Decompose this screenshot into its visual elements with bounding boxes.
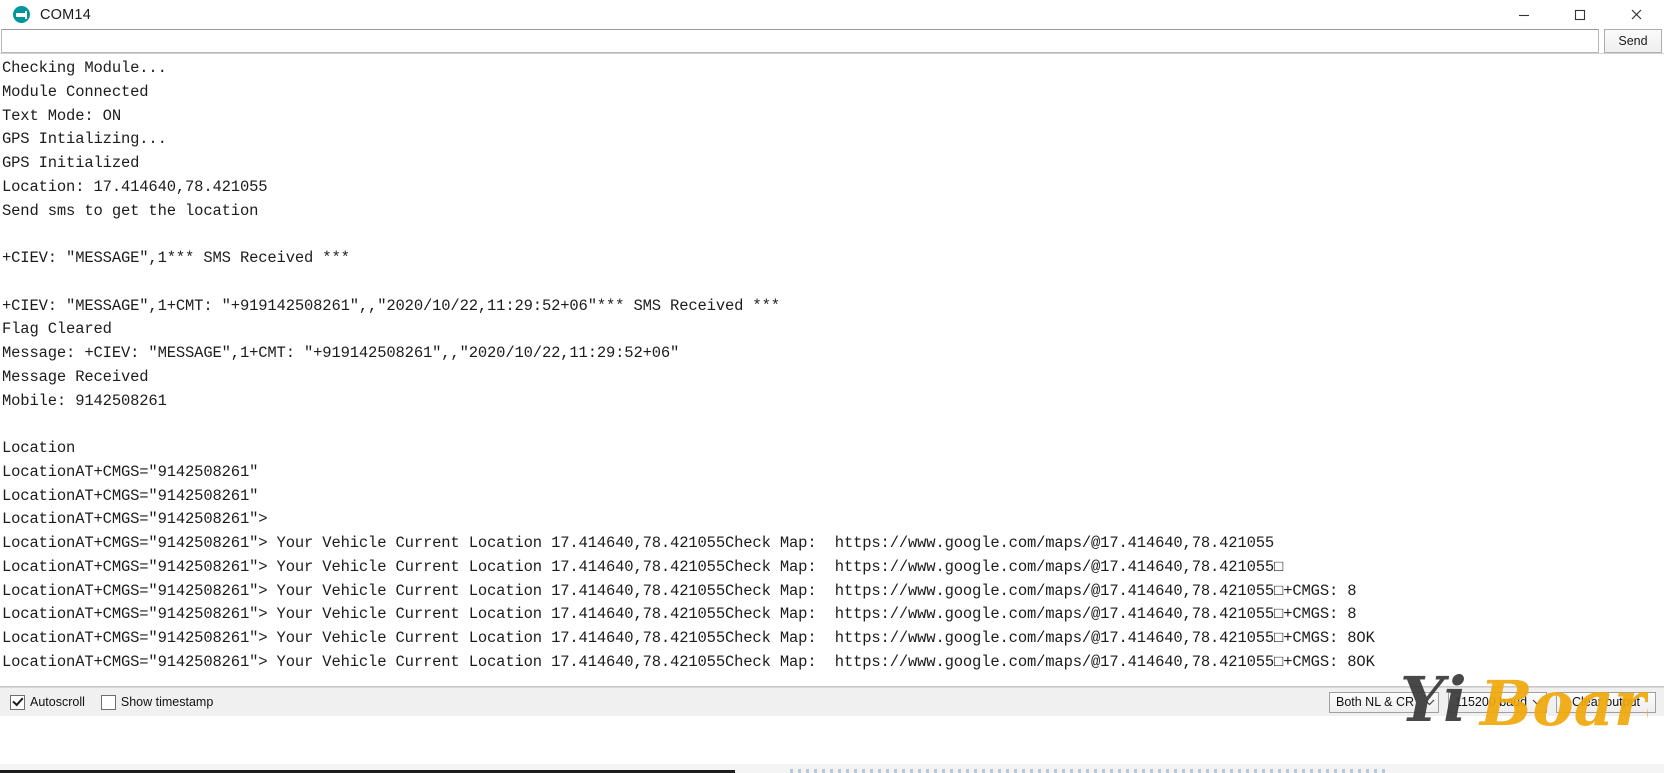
console-line: LocationAT+CMGS="9142508261"> Your Vehic…	[2, 605, 1357, 624]
serial-output-text: Checking Module... Module Connected Text M…	[0, 54, 1664, 675]
console-line: Text Mode: ON	[2, 106, 121, 125]
console-line: LocationAT+CMGS="9142508261"> Your Vehic…	[2, 581, 1357, 600]
baud-rate-select[interactable]: 115200 baud	[1448, 691, 1547, 713]
autoscroll-checkbox[interactable]: Autoscroll	[10, 694, 85, 710]
show-timestamp-label: Show timestamp	[120, 695, 214, 709]
close-icon	[1631, 9, 1641, 20]
console-line: +CIEV: "MESSAGE",1+CMT: "+919142508261",…	[2, 296, 780, 315]
line-ending-value: Both NL & CR	[1336, 695, 1415, 709]
line-ending-select[interactable]: Both NL & CR	[1329, 691, 1439, 713]
console-line: Message Received	[2, 367, 149, 386]
console-line: GPS Intializing...	[2, 130, 167, 149]
show-timestamp-checkbox-box[interactable]	[100, 694, 116, 710]
clear-output-button[interactable]: Clear output	[1556, 691, 1656, 713]
console-line: LocationAT+CMGS="9142508261">	[2, 510, 268, 529]
window-controls	[1496, 0, 1664, 29]
console-line: Message: +CIEV: "MESSAGE",1+CMT: "+91914…	[2, 344, 680, 362]
console-line: Flag Cleared	[2, 320, 112, 339]
taskbar-icons-strip	[790, 769, 1390, 773]
console-line: LocationAT+CMGS="9142508261"> Your Vehic…	[2, 557, 1284, 576]
arduino-logo-icon	[13, 6, 30, 23]
maximize-button[interactable]	[1552, 0, 1608, 29]
autoscroll-label: Autoscroll	[30, 695, 85, 709]
show-timestamp-checkbox[interactable]: Show timestamp	[100, 694, 214, 710]
console-line: LocationAT+CMGS="9142508261"> Your Vehic…	[2, 629, 1375, 647]
maximize-icon	[1574, 9, 1586, 20]
window-title: COM14	[40, 6, 91, 23]
console-line: LocationAT+CMGS="9142508261"	[2, 462, 259, 481]
chevron-down-icon	[1528, 698, 1546, 706]
minimize-icon	[1519, 14, 1529, 16]
console-line: Send sms to get the location	[2, 201, 259, 220]
status-bar: Autoscroll Show timestamp Both NL & CR 1…	[0, 687, 1664, 716]
console-line: GPS Initialized	[2, 154, 140, 172]
chevron-down-icon	[1420, 698, 1438, 706]
console-line: LocationAT+CMGS="9142508261"> Your Vehic…	[2, 652, 1375, 671]
console-line: Location: 17.414640,78.421055	[2, 177, 268, 196]
baud-rate-value: 115200 baud	[1455, 695, 1528, 709]
serial-send-input[interactable]	[1, 29, 1599, 53]
serial-output-panel[interactable]: Checking Module... Module Connected Text M…	[0, 53, 1664, 687]
console-line: Module Connected	[2, 82, 149, 101]
send-row: Send	[0, 29, 1664, 53]
console-line: LocationAT+CMGS="9142508261"	[2, 486, 259, 505]
console-line: LocationAT+CMGS="9142508261"> Your Vehic…	[2, 534, 1275, 552]
minimize-button[interactable]	[1496, 0, 1552, 29]
title-bar: COM14	[0, 0, 1664, 29]
console-line: Mobile: 9142508261	[2, 391, 167, 410]
taskbar-sliver	[0, 764, 1664, 773]
status-bar-right-group: Both NL & CR 115200 baud Clear output	[1329, 691, 1656, 713]
console-line: Location	[2, 439, 76, 457]
autoscroll-checkbox-box[interactable]	[10, 694, 25, 710]
console-line: Checking Module...	[2, 59, 167, 77]
console-line: +CIEV: "MESSAGE",1*** SMS Received ***	[2, 249, 350, 267]
close-button[interactable]	[1608, 0, 1664, 29]
send-button[interactable]: Send	[1604, 29, 1662, 53]
